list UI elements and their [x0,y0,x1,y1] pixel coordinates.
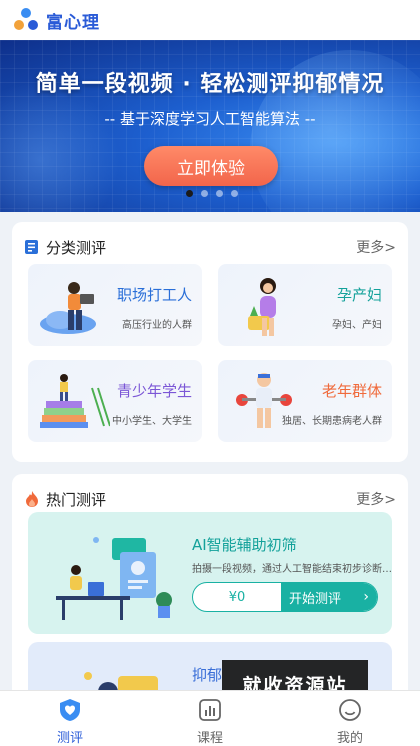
bottom-tab-bar: 测评 课程 我的 [0,690,420,746]
app-name: 富心理 [46,12,100,33]
tile-title: 职场打工人 [116,286,192,304]
hot-item-title: 抑郁 [192,666,223,684]
category-tile-elderly[interactable]: 老年群体 独居、长期患病老人群 [218,360,392,442]
hot-title: 热门测评 [46,490,107,509]
hot-item-ai-screening[interactable]: AI智能辅助初筛 拍摄一段视频，通过人工智能结束初步诊断… ¥0 开始测评 › [28,512,392,634]
tile-subtitle: 孕妇、产妇 [332,320,382,331]
fire-icon [26,491,38,507]
banner-headline: 简单一段视频 · 轻松测评抑郁情况 [35,72,385,97]
tile-title: 老年群体 [321,382,382,400]
elderly-dumbbell-illustration-icon [236,373,292,428]
chart-icon [199,699,221,721]
app-header: 富心理 [0,0,420,40]
hot-header: 热门测评 更多> [24,488,396,510]
ai-screening-illustration-icon [56,537,172,620]
start-assessment-button[interactable]: ¥0 开始测评 › [192,582,378,612]
category-tile-workplace[interactable]: 职场打工人 高压行业的人群 [28,264,202,346]
start-label: 开始测评 [289,591,342,607]
hot-item-description: 拍摄一段视频，通过人工智能结束初步诊断… [192,564,392,575]
start-assessment-label[interactable]: 开始测评 › [281,583,377,611]
carousel-dot[interactable] [186,190,193,197]
carousel-dot[interactable] [216,190,223,197]
tab-label: 课程 [196,731,223,746]
banner-subheadline: -- 基于深度学习人工智能算法 -- [104,110,316,128]
smile-icon [339,699,361,721]
tab-courses[interactable]: 课程 [140,691,280,746]
tile-subtitle: 独居、长期患病老人群 [282,416,382,427]
tab-assessment[interactable]: 测评 [0,691,140,746]
hot-more-link[interactable]: 更多> [356,489,396,509]
try-now-button[interactable]: 立即体验 [144,146,278,186]
category-header: 分类测评 更多> [24,236,396,258]
app-logo-icon [12,6,40,34]
chevron-right-icon: › [363,589,369,605]
tab-label: 测评 [56,731,83,746]
tab-mine[interactable]: 我的 [280,691,420,746]
price-label: ¥0 [228,589,246,605]
tab-label: 我的 [336,731,363,746]
category-title: 分类测评 [46,238,107,257]
category-tile-pregnant[interactable]: 孕产妇 孕妇、产妇 [218,264,392,346]
carousel-indicator[interactable] [186,190,238,197]
pregnant-woman-illustration-icon [248,278,276,336]
heart-shield-icon [60,699,80,721]
promo-banner[interactable]: 简单一段视频 · 轻松测评抑郁情况 -- 基于深度学习人工智能算法 -- 立即体… [0,40,420,212]
tile-title: 孕产妇 [336,286,382,304]
student-books-illustration-icon [40,374,110,428]
document-icon [25,240,38,254]
category-tile-students[interactable]: 青少年学生 中小学生、大学生 [28,360,202,442]
hot-item-title: AI智能辅助初筛 [192,536,297,554]
tile-subtitle: 高压行业的人群 [122,320,192,331]
carousel-dot[interactable] [201,190,208,197]
office-worker-illustration-icon [40,282,96,334]
carousel-dot[interactable] [231,190,238,197]
category-card: 分类测评 更多> 职场打工人 高压行业的人群 孕产妇 孕妇、产妇 青少年学生 中… [12,222,408,462]
tile-subtitle: 中小学生、大学生 [112,416,192,427]
tile-title: 青少年学生 [116,382,192,400]
category-more-link[interactable]: 更多> [356,237,396,257]
